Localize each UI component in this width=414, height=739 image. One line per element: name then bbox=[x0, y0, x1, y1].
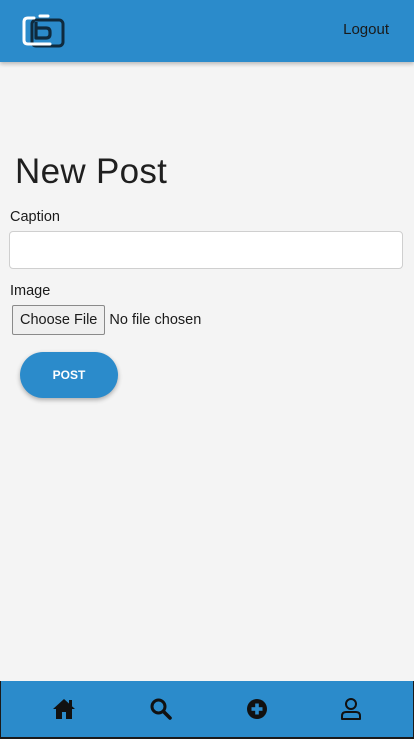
nav-home[interactable] bbox=[51, 696, 77, 722]
home-icon bbox=[53, 699, 75, 719]
user-icon bbox=[341, 698, 361, 720]
search-icon bbox=[150, 698, 172, 720]
choose-file-button[interactable]: Choose File bbox=[12, 305, 106, 335]
post-button[interactable]: POST bbox=[20, 352, 118, 398]
image-label: Image bbox=[10, 283, 51, 299]
nav-search[interactable] bbox=[148, 696, 174, 722]
nav-add-post[interactable] bbox=[244, 696, 270, 722]
page-title: New Post bbox=[15, 152, 168, 191]
file-status-text: No file chosen bbox=[109, 312, 202, 328]
caption-label: Caption bbox=[10, 209, 60, 225]
image-file-picker: Choose File No file chosen bbox=[12, 305, 201, 335]
app-root: Logout New Post Caption Image Choose Fil… bbox=[0, 0, 414, 739]
logout-link[interactable]: Logout bbox=[343, 21, 389, 38]
nav-profile[interactable] bbox=[338, 696, 364, 722]
camera-logo-icon[interactable] bbox=[20, 14, 66, 48]
caption-input[interactable] bbox=[9, 231, 403, 269]
bottom-navbar bbox=[0, 681, 414, 739]
top-navbar: Logout bbox=[0, 0, 414, 62]
plus-circle-icon bbox=[247, 699, 267, 719]
